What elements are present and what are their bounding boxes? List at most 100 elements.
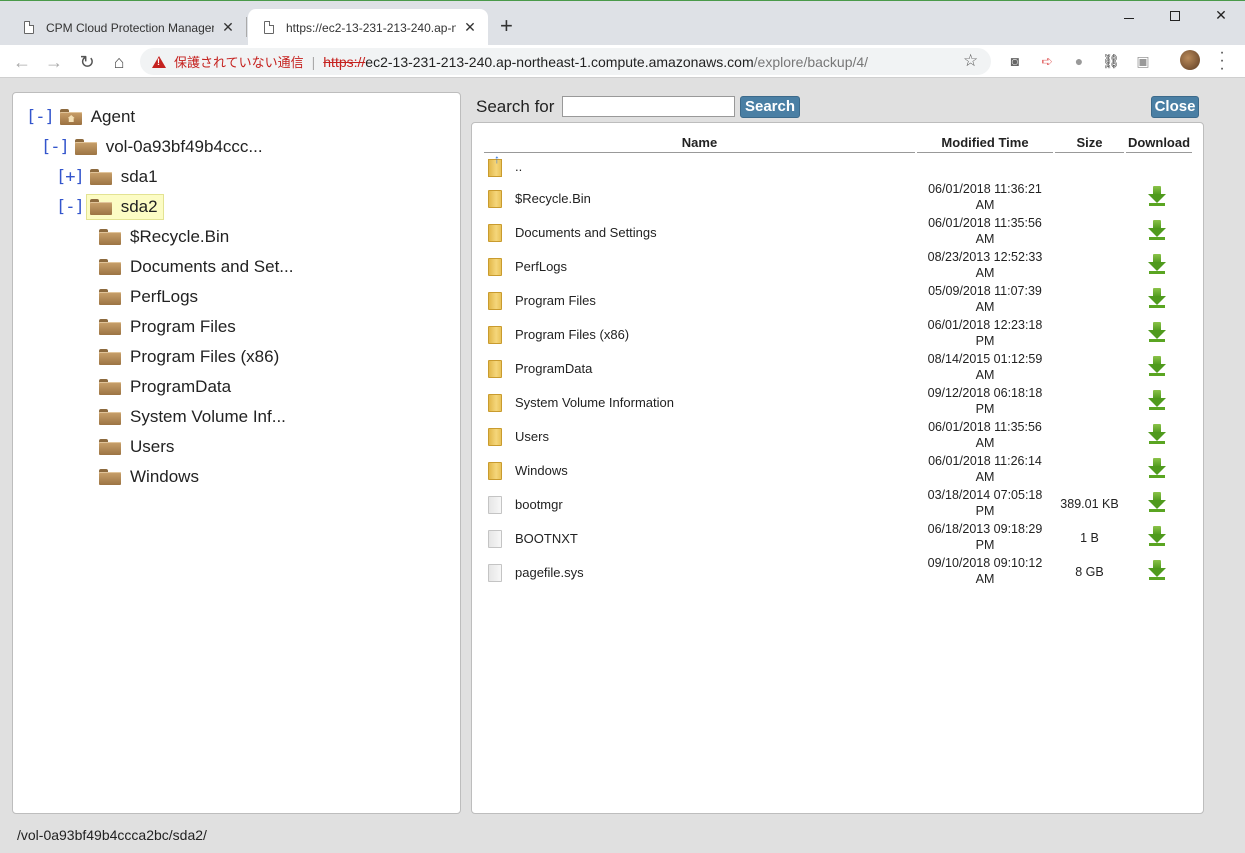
file-name[interactable]: Users (515, 429, 549, 444)
download-arrow-icon[interactable] (1148, 356, 1166, 376)
browser-toolbar: ← → ↻ ⌂ 保護されていない通信 | https:// ec2-13-231… (0, 45, 1245, 78)
file-name[interactable]: ProgramData (515, 361, 592, 376)
tree-node-child[interactable]: Documents and Set... (99, 255, 293, 279)
table-row[interactable]: BOOTNXT 06/18/2013 09:18:29 PM 1 B (484, 519, 1194, 553)
column-header-name[interactable]: Name (484, 135, 915, 153)
download-arrow-icon[interactable] (1148, 526, 1166, 546)
tree-node-label[interactable]: Program Files (x86) (130, 347, 279, 367)
file-name[interactable]: Documents and Settings (515, 225, 657, 240)
download-arrow-icon[interactable] (1148, 458, 1166, 478)
collapse-toggle[interactable]: [-] (41, 137, 70, 157)
tree-node-child[interactable]: System Volume Inf... (99, 405, 286, 429)
tree-node-label[interactable]: System Volume Inf... (130, 407, 286, 427)
tree-node-child[interactable]: $Recycle.Bin (99, 225, 229, 249)
table-row[interactable]: bootmgr 03/18/2014 07:05:18 PM 389.01 KB (484, 485, 1194, 519)
tree-node-label[interactable]: PerfLogs (130, 287, 198, 307)
tree-node-label[interactable]: Users (130, 437, 174, 457)
download-arrow-icon[interactable] (1148, 288, 1166, 308)
avatar[interactable] (1180, 50, 1200, 70)
table-row[interactable]: Users 06/01/2018 11:35:56 AM (484, 417, 1194, 451)
search-input[interactable] (562, 96, 735, 117)
table-row[interactable]: Windows 06/01/2018 11:26:14 AM (484, 451, 1194, 485)
table-row[interactable]: System Volume Information 09/12/2018 06:… (484, 383, 1194, 417)
close-icon[interactable]: ✕ (220, 19, 236, 36)
back-arrow-icon[interactable]: ← (9, 49, 35, 75)
search-button[interactable]: Search (740, 96, 800, 118)
download-arrow-icon[interactable] (1148, 254, 1166, 274)
plus-icon[interactable]: + (500, 15, 513, 37)
tree-node-volume[interactable]: [-] vol-0a93bf49b4ccc... (41, 135, 263, 159)
file-name[interactable]: BOOTNXT (515, 531, 578, 546)
table-row[interactable]: PerfLogs 08/23/2013 12:52:33 AM (484, 247, 1194, 281)
tree-node-label[interactable]: sda2 (121, 197, 158, 217)
download-arrow-icon[interactable] (1148, 424, 1166, 444)
tree-node-label[interactable]: Documents and Set... (130, 257, 293, 277)
download-arrow-icon[interactable] (1148, 322, 1166, 342)
tree-node-child[interactable]: ProgramData (99, 375, 231, 399)
parent-directory-row[interactable]: .. (484, 152, 1194, 179)
column-header-modified[interactable]: Modified Time (917, 135, 1053, 153)
file-name[interactable]: Windows (515, 463, 568, 478)
download-arrow-icon[interactable] (1148, 390, 1166, 410)
kebab-menu-icon[interactable]: · · · (1214, 45, 1230, 77)
bookmark-star-icon[interactable]: ☆ (963, 51, 978, 71)
file-name[interactable]: Program Files (515, 293, 596, 308)
table-row[interactable]: ProgramData 08/14/2015 01:12:59 AM (484, 349, 1194, 383)
download-arrow-icon[interactable] (1148, 186, 1166, 206)
collapse-toggle[interactable]: [-] (26, 107, 55, 127)
table-row[interactable]: Program Files 05/09/2018 11:07:39 AM (484, 281, 1194, 315)
warning-icon[interactable] (152, 55, 166, 68)
selected-node[interactable]: sda2 (85, 194, 164, 220)
table-row[interactable]: Documents and Settings 06/01/2018 11:35:… (484, 213, 1194, 247)
window-close-button[interactable]: ✕ (1198, 7, 1244, 27)
download-arrow-icon[interactable] (1148, 492, 1166, 512)
column-header-size[interactable]: Size (1055, 135, 1124, 153)
file-name[interactable]: PerfLogs (515, 259, 567, 274)
tree-node-label[interactable]: ProgramData (130, 377, 231, 397)
minimize-button[interactable] (1106, 7, 1152, 27)
extension-circle-icon[interactable]: ● (1069, 53, 1089, 69)
parent-link[interactable]: .. (515, 159, 522, 174)
close-icon[interactable]: ✕ (462, 19, 478, 36)
tree-node-child[interactable]: PerfLogs (99, 285, 198, 309)
not-secure-label[interactable]: 保護されていない通信 (174, 52, 304, 71)
download-arrow-icon[interactable] (1148, 220, 1166, 240)
tree-node-sda1[interactable]: [+] sda1 (56, 165, 158, 189)
tree-node-label[interactable]: sda1 (121, 167, 158, 187)
tree-node-label[interactable]: vol-0a93bf49b4ccc... (106, 137, 263, 157)
url-scheme: https:// (323, 53, 366, 70)
address-bar[interactable]: 保護されていない通信 | https:// ec2-13-231-213-240… (140, 48, 991, 75)
file-name[interactable]: System Volume Information (515, 395, 674, 410)
file-name[interactable]: pagefile.sys (515, 565, 584, 580)
forward-arrow-icon[interactable]: → (41, 49, 67, 75)
file-name[interactable]: $Recycle.Bin (515, 191, 591, 206)
tree-node-child[interactable]: Users (99, 435, 174, 459)
expand-toggle[interactable]: [+] (56, 167, 85, 187)
tree-node-label[interactable]: $Recycle.Bin (130, 227, 229, 247)
tree-node-label[interactable]: Agent (91, 107, 135, 127)
home-icon[interactable]: ⌂ (106, 49, 132, 75)
collapse-toggle[interactable]: [-] (56, 197, 85, 217)
close-button[interactable]: Close (1151, 96, 1199, 118)
tree-node-child[interactable]: Program Files (x86) (99, 345, 279, 369)
link-icon[interactable]: ⛓ (1101, 53, 1121, 70)
download-arrow-icon[interactable] (1148, 560, 1166, 580)
maximize-button[interactable] (1152, 7, 1198, 27)
table-row[interactable]: pagefile.sys 09/10/2018 09:10:12 AM 8 GB (484, 553, 1194, 587)
tree-node-child[interactable]: Windows (99, 465, 199, 489)
tree-node-agent[interactable]: [-] Agent (26, 105, 135, 129)
tab-explore[interactable]: https://ec2-13-231-213-240.ap-n ✕ (248, 9, 488, 46)
table-row[interactable]: $Recycle.Bin 06/01/2018 11:36:21 AM (484, 179, 1194, 213)
tree-node-label[interactable]: Windows (130, 467, 199, 487)
file-name[interactable]: Program Files (x86) (515, 327, 629, 342)
extension-arrow-icon[interactable]: ➪ (1037, 53, 1057, 70)
tree-node-label[interactable]: Program Files (130, 317, 236, 337)
extension-window-icon[interactable]: ▣ (1133, 53, 1153, 70)
tab-cpm[interactable]: CPM Cloud Protection Manager 2 ✕ (8, 9, 246, 46)
camera-icon[interactable]: ◙ (1005, 53, 1025, 69)
file-name[interactable]: bootmgr (515, 497, 563, 512)
reload-icon[interactable]: ↻ (74, 49, 100, 75)
tree-node-child[interactable]: Program Files (99, 315, 236, 339)
table-row[interactable]: Program Files (x86) 06/01/2018 12:23:18 P… (484, 315, 1194, 349)
tree-node-sda2[interactable]: [-] sda2 (56, 194, 164, 220)
